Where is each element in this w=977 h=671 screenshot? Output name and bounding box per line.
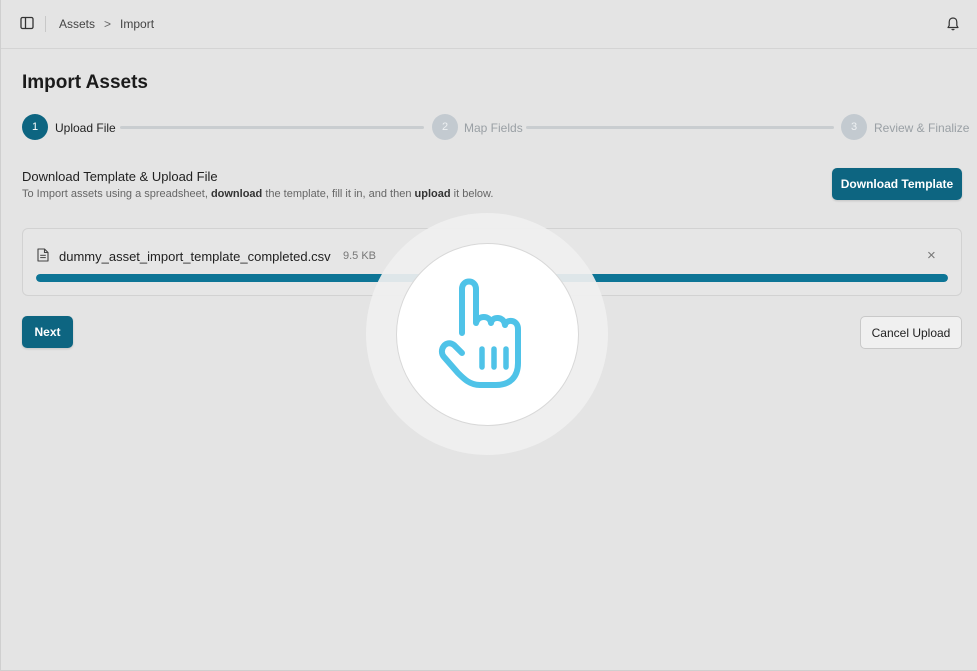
file-name: dummy_asset_import_template_completed.cs… bbox=[59, 249, 331, 264]
step-connector bbox=[120, 126, 424, 129]
step-connector bbox=[526, 126, 834, 129]
close-icon[interactable]: × bbox=[927, 247, 936, 264]
cancel-upload-button[interactable]: Cancel Upload bbox=[860, 316, 962, 349]
step-3-indicator: 3 bbox=[841, 114, 867, 140]
download-template-button[interactable]: Download Template bbox=[832, 168, 962, 200]
top-bar: Assets > Import bbox=[1, 0, 977, 49]
step-3-label: Review & Finalize bbox=[874, 121, 970, 135]
next-button[interactable]: Next bbox=[22, 316, 73, 348]
section-description: To Import assets using a spreadsheet, do… bbox=[22, 188, 493, 200]
desc-text: To Import assets using a spreadsheet, bbox=[22, 188, 211, 200]
pointer-hand-icon bbox=[438, 278, 521, 388]
file-icon bbox=[37, 248, 49, 262]
breadcrumb: Assets > Import bbox=[59, 17, 154, 31]
desc-emphasis: upload bbox=[414, 188, 451, 200]
step-1-label: Upload File bbox=[55, 121, 116, 135]
step-2-indicator: 2 bbox=[432, 114, 458, 140]
divider bbox=[45, 16, 46, 32]
page-title: Import Assets bbox=[22, 72, 148, 93]
desc-emphasis: download bbox=[210, 188, 263, 200]
bell-icon[interactable] bbox=[946, 16, 960, 32]
desc-text: it below. bbox=[450, 188, 494, 200]
step-1-indicator: 1 bbox=[22, 114, 48, 140]
breadcrumb-assets[interactable]: Assets bbox=[59, 17, 95, 31]
app-window: Assets > Import Import Assets 1 Upload F… bbox=[0, 0, 977, 671]
breadcrumb-import: Import bbox=[120, 17, 155, 31]
breadcrumb-separator: > bbox=[104, 17, 112, 31]
desc-text: the template, fill it in, and then bbox=[262, 188, 415, 200]
file-size: 9.5 KB bbox=[343, 250, 377, 262]
step-2-label: Map Fields bbox=[464, 121, 523, 135]
section-title: Download Template & Upload File bbox=[22, 169, 218, 184]
sidebar-toggle-icon[interactable] bbox=[20, 16, 34, 30]
